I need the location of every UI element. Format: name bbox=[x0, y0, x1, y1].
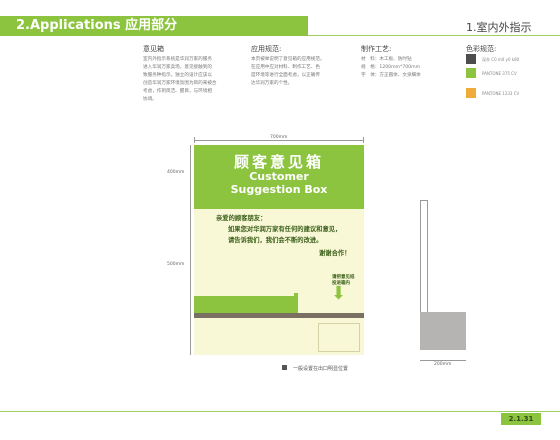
footer-divider bbox=[0, 411, 560, 412]
color-swatch bbox=[466, 54, 476, 64]
craft-heading: 制作工艺: bbox=[361, 45, 392, 53]
description-line: 致服务种指示。独立的设计应该以 bbox=[143, 73, 212, 78]
card-slot bbox=[194, 313, 364, 318]
height-dim-line bbox=[190, 145, 191, 355]
side-width-label: 200mm bbox=[434, 362, 452, 367]
color-column: 色彩规范: bbox=[466, 44, 560, 56]
bullet-square bbox=[282, 365, 287, 370]
swatch-label: PANTONE 375 CV bbox=[482, 71, 517, 76]
header-divider bbox=[308, 35, 560, 36]
swatch-label: 深灰 C0 m0 y0 k80 bbox=[482, 57, 520, 62]
side-view-box bbox=[420, 312, 466, 350]
usage-line: 本页被举说明了意见箱的应用规范。 bbox=[251, 57, 325, 62]
description-line: 创造华润万家环境氛围为目的来被合 bbox=[143, 81, 217, 86]
usage-column: 应用规范: 本页被举说明了意见箱的应用规范。 在应用中应对材料、制作工艺、色 度… bbox=[251, 44, 351, 88]
green-band-edge bbox=[294, 293, 298, 313]
description-column: 意见箱 室内外指示系统是华润万家的服务 进入华润万家卖场，意见接触到的 致服务种… bbox=[143, 44, 243, 104]
description-line: 考虑，作到简洁、醒目，与环境相 bbox=[143, 89, 212, 94]
description-heading: 意见箱 bbox=[143, 45, 164, 53]
thanks-text: 谢谢合作！ bbox=[319, 250, 351, 257]
page-title: 2.Applications 应用部分 bbox=[16, 18, 178, 33]
description-line: 协调。 bbox=[143, 97, 157, 102]
board-title-zh: 顾客意见箱 bbox=[233, 153, 324, 171]
green-band bbox=[194, 296, 296, 313]
box-door bbox=[318, 323, 360, 352]
description-line: 进入华润万家卖场，意见接触到的 bbox=[143, 65, 212, 70]
color-swatch bbox=[466, 88, 476, 98]
greeting-text: 亲爱的顾客朋友： bbox=[216, 215, 267, 222]
width-label: 700mm bbox=[268, 135, 290, 140]
board-title-en-1: Customer bbox=[249, 170, 309, 183]
usage-line: 在应用中应对材料、制作工艺、色 bbox=[251, 65, 320, 70]
side-width-dim-line bbox=[420, 360, 466, 361]
width-dim-line bbox=[194, 140, 364, 141]
usage-line: 达华润万家的个性。 bbox=[251, 81, 293, 86]
usage-heading: 应用规范: bbox=[251, 45, 282, 53]
material-row: 材 料：木工板、防时钻 bbox=[361, 57, 412, 62]
size-row: 规 格：1200mm*700mm bbox=[361, 65, 421, 70]
color-swatch bbox=[466, 68, 476, 78]
usage-line: 度环境等进行全面考虑，以正确传 bbox=[251, 73, 320, 78]
board-title-en-2: Suggestion Box bbox=[230, 183, 328, 196]
usage-text: 本页被举说明了意见箱的应用规范。 在应用中应对材料、制作工艺、色 度环境等进行全… bbox=[251, 56, 351, 88]
dim-tick bbox=[194, 137, 195, 143]
description-text: 室内外指示系统是华润万家的服务 进入华润万家卖场，意见接触到的 致服务种指示。独… bbox=[143, 56, 243, 104]
message-line-2: 请告诉我们，我们会不断的改进。 bbox=[228, 237, 323, 244]
placement-note: 一般设置在出口明显位置 bbox=[293, 366, 349, 372]
arrow-down-icon: ⬇ bbox=[331, 283, 347, 304]
dim-tick bbox=[363, 137, 364, 143]
swatch-label: PANTONE 1233 CV bbox=[482, 91, 520, 96]
font-row: 字 体：方正圆体、文泉细体 bbox=[361, 73, 421, 78]
height-upper-label: 400mm bbox=[167, 170, 185, 175]
description-line: 室内外指示系统是华润万家的服务 bbox=[143, 57, 212, 62]
craft-column: 制作工艺: 材 料：木工板、防时钻 规 格：1200mm*700mm 字 体：方… bbox=[361, 44, 461, 80]
color-heading: 色彩规范: bbox=[466, 45, 497, 53]
page-number: 2.1.31 bbox=[501, 413, 541, 425]
height-lower-label: 500mm bbox=[167, 262, 185, 267]
message-line-1: 如果您对华润万家有任何的建议和意见， bbox=[228, 226, 342, 233]
section-title: 1.室内外指示 bbox=[466, 21, 532, 34]
